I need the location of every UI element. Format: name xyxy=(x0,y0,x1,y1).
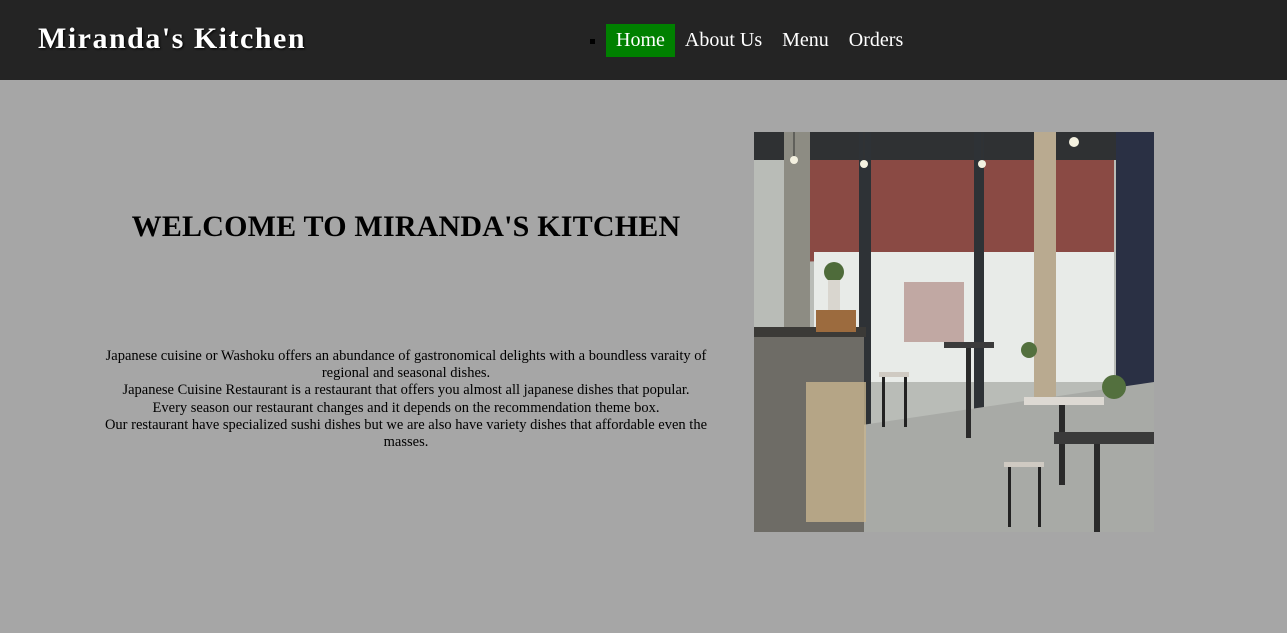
main-nav: Home About Us Menu Orders xyxy=(590,24,913,57)
nav-item-orders[interactable]: Orders xyxy=(839,24,913,57)
nav-item-menu[interactable]: Menu xyxy=(772,24,839,57)
intro-paragraph: Our restaurant have specialized sushi di… xyxy=(104,416,708,451)
intro-text: Japanese cuisine or Washoku offers an ab… xyxy=(90,348,722,451)
intro-paragraph: Every season our restaurant changes and … xyxy=(152,399,660,416)
intro-paragraph: Japanese cuisine or Washoku offers an ab… xyxy=(105,348,707,382)
site-brand-title[interactable]: Miranda's Kitchen xyxy=(38,22,306,56)
intro-paragraph: Japanese Cuisine Restaurant is a restaur… xyxy=(122,382,690,399)
list-bullet-icon xyxy=(590,39,595,44)
nav-item-home[interactable]: Home xyxy=(606,24,675,57)
top-navigation-bar: Miranda's Kitchen Home About Us Menu Ord… xyxy=(0,0,1287,80)
restaurant-interior-image xyxy=(754,132,1154,532)
welcome-heading: WELCOME TO MIRANDA'S KITCHEN xyxy=(131,210,681,243)
restaurant-photo-illustration xyxy=(754,132,1154,532)
nav-item-about-us[interactable]: About Us xyxy=(675,24,772,57)
